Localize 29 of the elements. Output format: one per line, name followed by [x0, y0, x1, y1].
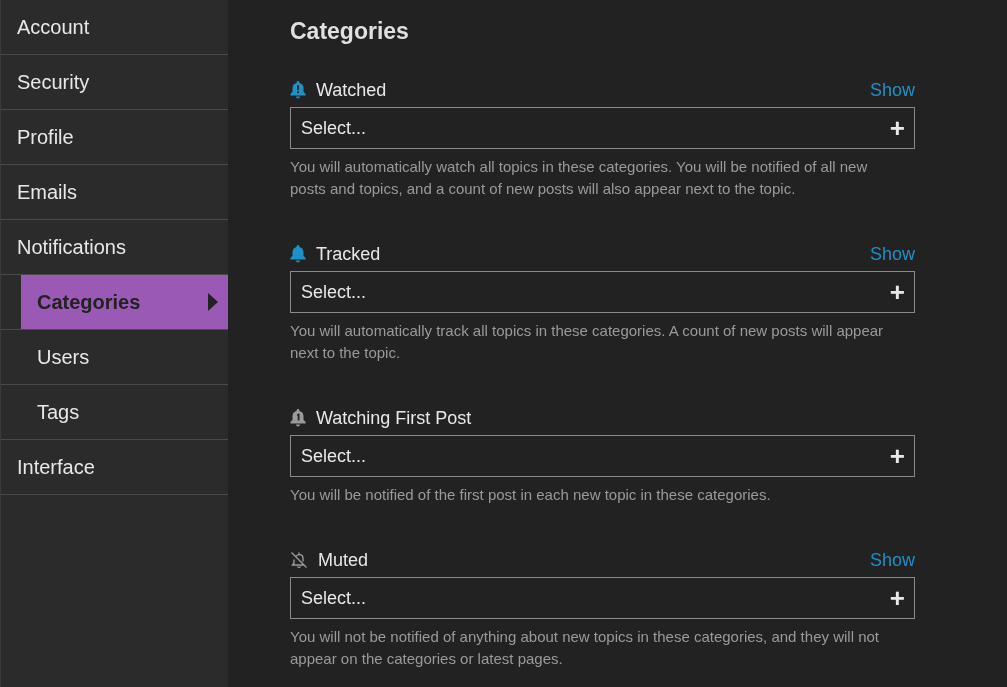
show-link[interactable]: Show: [869, 546, 915, 574]
section-description: You will automatically watch all topics in these categories. You will be notified of all new posts and topics, and a count of new posts will also appear next to the topic.: [290, 157, 869, 199]
add-button[interactable]: +: [889, 115, 905, 141]
sidebar-item[interactable]: Tags: [21, 385, 228, 439]
section-label: Watched: [316, 78, 388, 102]
sidebar-item[interactable]: Users: [21, 330, 228, 384]
sidebar-item[interactable]: Security: [1, 55, 228, 109]
sidebar-item[interactable]: Notifications: [1, 220, 228, 274]
bell-exclamation-icon: [290, 81, 306, 99]
bell-slash-icon: [290, 551, 308, 569]
section-label: Muted: [318, 548, 370, 572]
section-label: Watching First Post: [316, 406, 473, 430]
sidebar-item[interactable]: Account: [1, 0, 228, 54]
show-link[interactable]: Show: [869, 76, 915, 104]
section-description: You will automatically track all topics in these categories. A count of new posts will appear next to the topic.: [290, 321, 885, 363]
show-link[interactable]: Show: [869, 240, 915, 268]
add-button[interactable]: +: [889, 585, 905, 611]
bell-number-icon: [290, 409, 306, 427]
section-label: Tracked: [316, 242, 382, 266]
add-button[interactable]: +: [889, 443, 905, 469]
sidebar-item[interactable]: Interface: [1, 440, 228, 494]
sidebar-item[interactable]: Profile: [1, 110, 228, 164]
caret-right-icon: [208, 293, 218, 311]
sidebar-item[interactable]: Emails: [1, 165, 228, 219]
add-button[interactable]: +: [889, 279, 905, 305]
section-description: You will not be notified of anything about new topics in these categories, and they will not appear on the categories or latest pages.: [290, 627, 880, 669]
bell-icon: [290, 245, 306, 263]
section-description: You will be notified of the first post in each new topic in these categories.: [290, 485, 772, 505]
page-heading: Categories: [290, 17, 410, 46]
